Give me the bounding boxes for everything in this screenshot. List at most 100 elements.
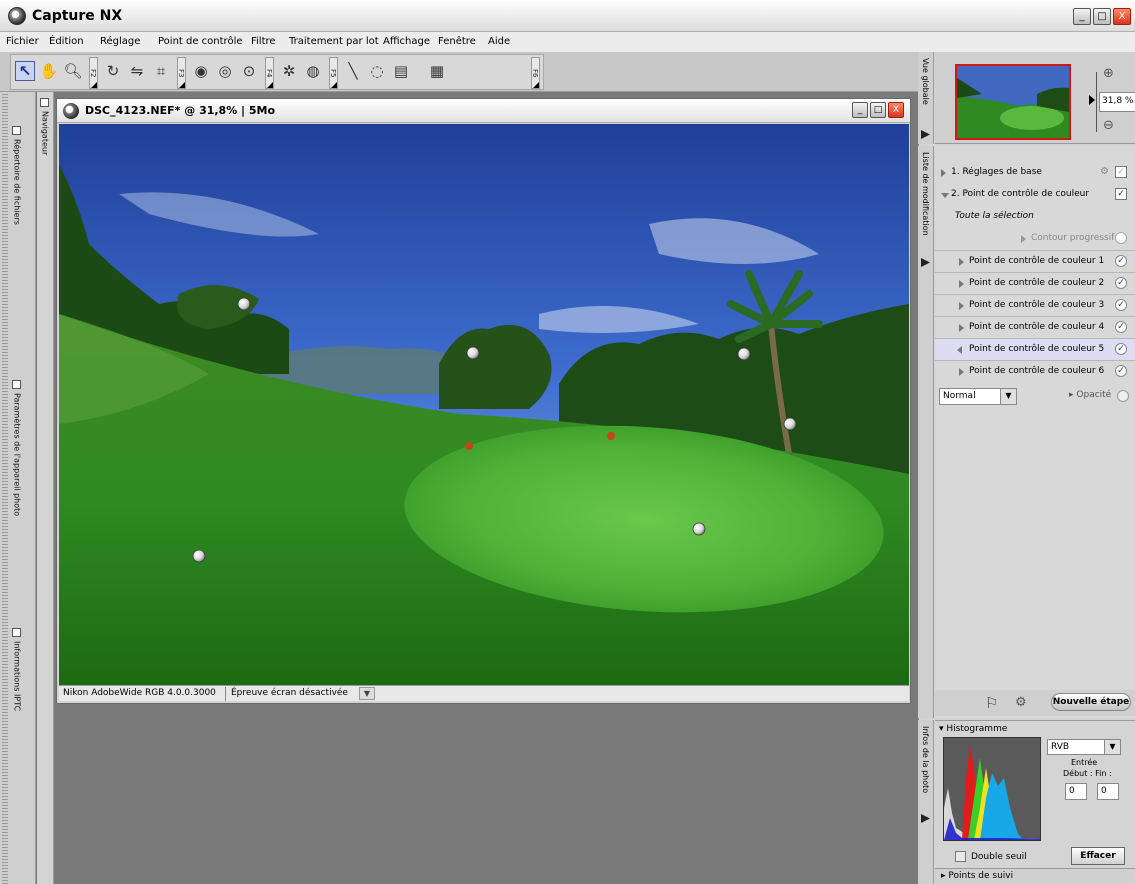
expand-triangle-icon[interactable] xyxy=(941,169,946,177)
menu-filtre[interactable]: Filtre xyxy=(251,36,276,47)
feather-row[interactable]: Contour progressif xyxy=(935,228,1135,250)
expand-triangle-icon[interactable] xyxy=(941,193,949,198)
image-maximize-button[interactable]: □ xyxy=(870,102,886,118)
dock-grip[interactable] xyxy=(2,92,8,884)
f3-toggle[interactable]: F3 xyxy=(177,57,186,89)
eye-icon[interactable]: ◍ xyxy=(303,61,323,81)
collapse-arrow-icon[interactable] xyxy=(921,130,930,139)
opacity-toggle[interactable] xyxy=(1117,390,1129,402)
double-threshold-checkbox[interactable] xyxy=(955,851,966,862)
control-point-checkbox[interactable]: ✓ xyxy=(1115,343,1127,355)
black-point-icon[interactable]: ◉ xyxy=(191,61,211,81)
crop-icon[interactable]: ⌗ xyxy=(151,61,171,81)
channel-select[interactable]: RVB ▼ xyxy=(1047,739,1121,755)
control-point-row[interactable]: Point de contrôle de couleur 3 ✓ xyxy=(935,294,1135,316)
tab-edit-list[interactable]: Liste de modification xyxy=(921,152,930,236)
control-point-checkbox[interactable]: ✓ xyxy=(1115,365,1127,377)
redeye-icon[interactable]: ✲ xyxy=(279,61,299,81)
thumbnail[interactable] xyxy=(955,64,1071,140)
control-point-row-selected[interactable]: Point de contrôle de couleur 5 ✓ xyxy=(935,338,1135,360)
f4-toggle[interactable]: F4 xyxy=(265,57,274,89)
menu-fichier[interactable]: Fichier xyxy=(6,36,39,47)
opacity-label[interactable]: ▸ Opacité xyxy=(1069,390,1111,400)
menu-edition[interactable]: Édition xyxy=(49,36,84,47)
gears-icon[interactable]: ⚙ xyxy=(1015,695,1027,710)
photo-info-strip: Infos de la photo xyxy=(918,720,934,884)
collapse-arrow-icon[interactable] xyxy=(921,258,930,267)
expand-triangle-icon[interactable] xyxy=(959,280,964,288)
toolbar-strip: ↖ ✋ 🔍︎ F2 ↻ ⇋ ⌗ F3 ◉ ◎ ⊙ F4 ✲ ◍ F5 ╲ ◌ ▤… xyxy=(10,54,544,90)
menu-fenetre[interactable]: Fenêtre xyxy=(438,36,476,47)
expand-triangle-icon[interactable] xyxy=(959,324,964,332)
new-step-button[interactable]: Nouvelle étape xyxy=(1051,693,1131,711)
minimize-button[interactable]: _ xyxy=(1073,8,1091,25)
chevron-down-icon[interactable]: ▼ xyxy=(1000,389,1016,404)
zoom-slider[interactable] xyxy=(1096,72,1097,132)
direct-select-icon[interactable]: ↖ xyxy=(15,61,35,81)
step-basic-settings[interactable]: 1. Réglages de base ⚙ ✓ xyxy=(935,162,1135,184)
zoom-icon[interactable]: 🔍︎ xyxy=(63,61,83,81)
collapse-triangle-icon[interactable] xyxy=(957,346,962,354)
control-point-checkbox[interactable]: ✓ xyxy=(1115,255,1127,267)
zoom-slider-handle[interactable] xyxy=(1089,95,1095,105)
image-close-button[interactable]: X xyxy=(888,102,904,118)
control-point-row[interactable]: Point de contrôle de couleur 1 ✓ xyxy=(935,250,1135,272)
tab-navigator[interactable]: Navigateur xyxy=(40,98,50,155)
tab-iptc-info[interactable]: Informations IPTC xyxy=(12,628,22,711)
tab-camera-settings[interactable]: Paramètres de l'appareil photo xyxy=(12,380,22,516)
menu-reglage[interactable]: Réglage xyxy=(100,36,140,47)
gradient-icon[interactable]: ▤ xyxy=(391,61,411,81)
tab-photo-info[interactable]: Infos de la photo xyxy=(921,726,930,793)
brush-icon[interactable]: ╲ xyxy=(343,61,363,81)
control-point-row[interactable]: Point de contrôle de couleur 4 ✓ xyxy=(935,316,1135,338)
f2-toggle[interactable]: F2 xyxy=(89,57,98,89)
control-point-checkbox[interactable]: ✓ xyxy=(1115,299,1127,311)
straighten-icon[interactable]: ⇋ xyxy=(127,61,147,81)
photo-canvas[interactable] xyxy=(59,124,909,685)
expand-triangle-icon[interactable] xyxy=(959,258,964,266)
menu-aide[interactable]: Aide xyxy=(488,36,510,47)
control-point-checkbox[interactable]: ✓ xyxy=(1115,321,1127,333)
end-input[interactable]: 0 xyxy=(1097,783,1119,800)
fill-icon[interactable]: ▦ xyxy=(427,61,447,81)
f5-toggle[interactable]: F5 xyxy=(329,57,338,89)
control-point-row[interactable]: Point de contrôle de couleur 2 ✓ xyxy=(935,272,1135,294)
expand-triangle-icon[interactable] xyxy=(959,368,964,376)
rotate-icon[interactable]: ↻ xyxy=(103,61,123,81)
blend-mode-select[interactable]: Normal ▼ xyxy=(939,388,1017,405)
expand-triangle-icon[interactable] xyxy=(1021,235,1026,243)
menu-affichage[interactable]: Affichage xyxy=(383,36,430,47)
soft-proof-dropdown[interactable]: ▼ xyxy=(359,687,375,700)
histogram-title[interactable]: ▾ Histogramme xyxy=(939,724,1007,734)
histogram-graph[interactable] xyxy=(943,737,1041,841)
zoom-input[interactable]: 31,8 % xyxy=(1099,92,1135,112)
maximize-button[interactable]: □ xyxy=(1093,8,1111,25)
feather-toggle[interactable] xyxy=(1115,232,1127,244)
hand-icon[interactable]: ✋ xyxy=(39,61,59,81)
collapse-arrow-icon[interactable] xyxy=(921,814,930,823)
image-minimize-button[interactable]: _ xyxy=(852,102,868,118)
chevron-down-icon[interactable]: ▼ xyxy=(1104,740,1120,754)
tab-global-view[interactable]: Vue globale xyxy=(921,58,930,105)
start-input[interactable]: 0 xyxy=(1065,783,1087,800)
lasso-icon[interactable]: ◌ xyxy=(367,61,387,81)
flag-icon[interactable]: ⚐ xyxy=(985,694,998,712)
step-color-control-point[interactable]: 2. Point de contrôle de couleur ✓ xyxy=(935,184,1135,206)
tracking-points-row[interactable]: ▸ Points de suivi xyxy=(935,868,1135,884)
f6-toggle[interactable]: F6 xyxy=(531,57,540,89)
zoom-out-icon[interactable]: ⊖ xyxy=(1103,118,1114,133)
menu-point-de-controle[interactable]: Point de contrôle xyxy=(158,36,243,47)
tab-file-directory[interactable]: Répertoire de fichiers xyxy=(12,126,22,225)
clear-button[interactable]: Effacer xyxy=(1071,847,1125,865)
close-button[interactable]: X xyxy=(1113,8,1131,25)
zoom-in-icon[interactable]: ⊕ xyxy=(1103,66,1114,81)
control-point-row[interactable]: Point de contrôle de couleur 6 ✓ xyxy=(935,360,1135,382)
menu-traitement-par-lot[interactable]: Traitement par lot xyxy=(289,36,379,47)
white-point-icon[interactable]: ◎ xyxy=(215,61,235,81)
step-enabled-checkbox[interactable]: ✓ xyxy=(1115,188,1127,200)
settings-icon[interactable]: ⚙ xyxy=(1100,166,1109,177)
step-enabled-checkbox[interactable]: ✓ xyxy=(1115,166,1127,178)
color-point-icon[interactable]: ⊙ xyxy=(239,61,259,81)
control-point-checkbox[interactable]: ✓ xyxy=(1115,277,1127,289)
expand-triangle-icon[interactable] xyxy=(959,302,964,310)
